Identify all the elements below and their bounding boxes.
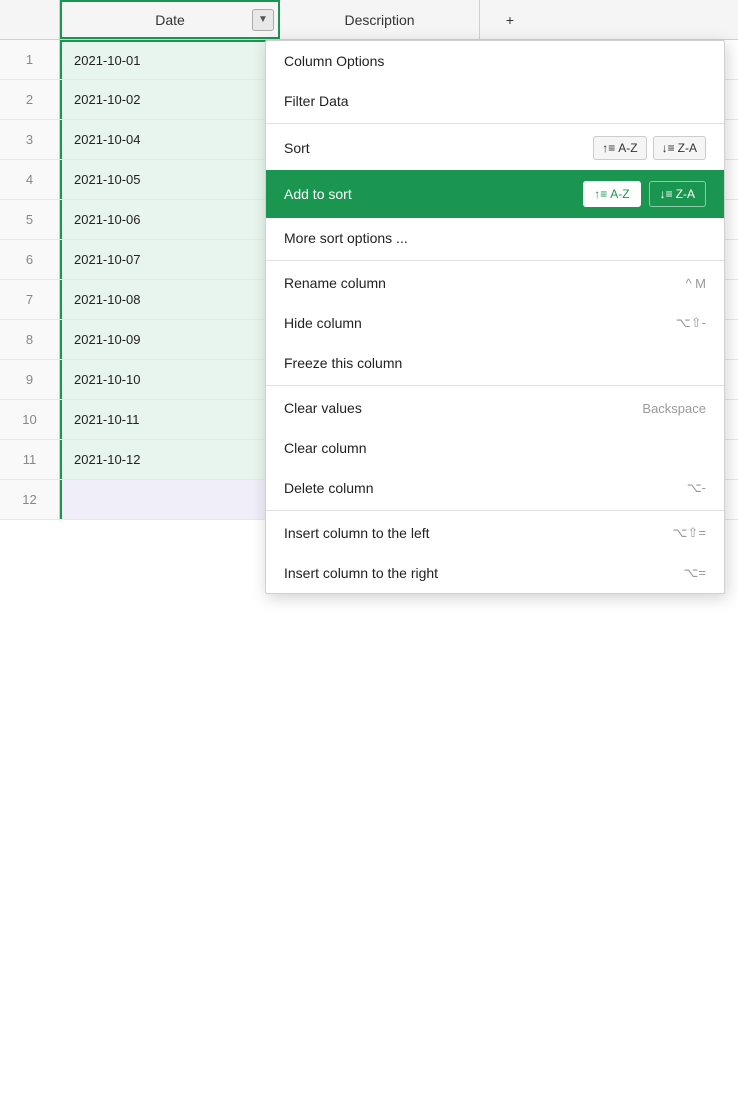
menu-item-clear-column[interactable]: Clear column	[266, 428, 724, 468]
date-cell[interactable]: 2021-10-04	[60, 120, 280, 159]
date-cell[interactable]: 2021-10-06	[60, 200, 280, 239]
row-number: 9	[0, 360, 60, 399]
column-options-label: Column Options	[284, 53, 706, 69]
add-sort-az-text: A-Z	[610, 187, 629, 201]
freeze-column-label: Freeze this column	[284, 355, 706, 371]
insert-left-label: Insert column to the left	[284, 525, 661, 541]
row-number: 2	[0, 80, 60, 119]
more-sort-label: More sort options ...	[284, 230, 706, 246]
sort-za-button[interactable]: ↓≡ Z-A	[653, 136, 706, 160]
clear-values-label: Clear values	[284, 400, 630, 416]
sheet-header: Date ▼ Description +	[0, 0, 738, 40]
sort-za-icon: ↓≡	[662, 141, 675, 155]
rename-column-label: Rename column	[284, 275, 673, 291]
menu-item-hide-column[interactable]: Hide column ⌥⇧-	[266, 303, 724, 343]
add-sort-za-icon: ↓≡	[660, 187, 673, 201]
menu-item-delete-column[interactable]: Delete column ⌥-	[266, 468, 724, 508]
date-cell[interactable]: 2021-10-07	[60, 240, 280, 279]
row-number: 1	[0, 40, 60, 79]
sort-za-text: Z-A	[678, 141, 697, 155]
date-cell[interactable]: 2021-10-12	[60, 440, 280, 479]
menu-divider-4	[266, 510, 724, 511]
menu-item-add-to-sort[interactable]: Add to sort ↑≡ A-Z ↓≡ Z-A	[266, 170, 724, 218]
row-number: 10	[0, 400, 60, 439]
row-number: 8	[0, 320, 60, 359]
rename-shortcut: ^ M	[685, 276, 706, 291]
column-context-menu: Column Options Filter Data Sort ↑≡ A-Z ↓…	[265, 40, 725, 594]
sort-az-button[interactable]: ↑≡ A-Z	[593, 136, 646, 160]
date-cell[interactable]: 2021-10-02	[60, 80, 280, 119]
menu-item-freeze-column[interactable]: Freeze this column	[266, 343, 724, 383]
row-num-header	[0, 0, 60, 39]
row-number: 5	[0, 200, 60, 239]
delete-column-label: Delete column	[284, 480, 675, 496]
description-column-label: Description	[344, 12, 414, 28]
clear-shortcut: Backspace	[642, 401, 706, 416]
row-number: 7	[0, 280, 60, 319]
menu-divider-1	[266, 123, 724, 124]
date-column-label: Date	[155, 12, 185, 28]
row-number: 11	[0, 440, 60, 479]
sort-buttons: ↑≡ A-Z ↓≡ Z-A	[593, 136, 706, 160]
add-column-header[interactable]: +	[480, 0, 540, 39]
date-cell[interactable]: 2021-10-11	[60, 400, 280, 439]
add-sort-za-button[interactable]: ↓≡ Z-A	[649, 181, 706, 207]
insert-right-label: Insert column to the right	[284, 565, 671, 581]
menu-item-rename-column[interactable]: Rename column ^ M	[266, 263, 724, 303]
row-number: 3	[0, 120, 60, 159]
row-number: 4	[0, 160, 60, 199]
add-sort-az-button[interactable]: ↑≡ A-Z	[583, 181, 640, 207]
add-column-label: +	[506, 12, 514, 28]
row-number: 12	[0, 480, 60, 519]
date-cell[interactable]: 2021-10-01	[60, 40, 280, 79]
menu-item-insert-right[interactable]: Insert column to the right ⌥=	[266, 553, 724, 593]
menu-divider-2	[266, 260, 724, 261]
sort-az-icon: ↑≡	[602, 141, 615, 155]
description-column-header[interactable]: Description	[280, 0, 480, 39]
sort-label: Sort	[284, 140, 593, 156]
date-cell[interactable]: 2021-10-10	[60, 360, 280, 399]
menu-item-insert-left[interactable]: Insert column to the left ⌥⇧=	[266, 513, 724, 553]
date-cell[interactable]: 2021-10-05	[60, 160, 280, 199]
row-number: 6	[0, 240, 60, 279]
add-sort-za-text: Z-A	[676, 187, 695, 201]
filter-data-label: Filter Data	[284, 93, 706, 109]
add-to-sort-label: Add to sort	[284, 186, 583, 202]
date-cell[interactable]	[60, 480, 280, 519]
insert-left-shortcut: ⌥⇧=	[673, 525, 706, 541]
hide-shortcut: ⌥⇧-	[676, 315, 706, 331]
clear-column-label: Clear column	[284, 440, 706, 456]
date-cell[interactable]: 2021-10-08	[60, 280, 280, 319]
menu-divider-3	[266, 385, 724, 386]
delete-shortcut: ⌥-	[687, 480, 706, 496]
sort-az-text: A-Z	[618, 141, 637, 155]
insert-right-shortcut: ⌥=	[683, 565, 706, 581]
column-dropdown-button[interactable]: ▼	[252, 9, 274, 31]
menu-item-filter-data[interactable]: Filter Data	[266, 81, 724, 121]
hide-column-label: Hide column	[284, 315, 664, 331]
date-cell[interactable]: 2021-10-09	[60, 320, 280, 359]
date-column-header[interactable]: Date ▼	[60, 0, 280, 39]
menu-item-sort[interactable]: Sort ↑≡ A-Z ↓≡ Z-A	[266, 126, 724, 170]
add-sort-az-icon: ↑≡	[594, 187, 607, 201]
menu-item-clear-values[interactable]: Clear values Backspace	[266, 388, 724, 428]
menu-item-column-options[interactable]: Column Options	[266, 41, 724, 81]
menu-item-more-sort[interactable]: More sort options ...	[266, 218, 724, 258]
